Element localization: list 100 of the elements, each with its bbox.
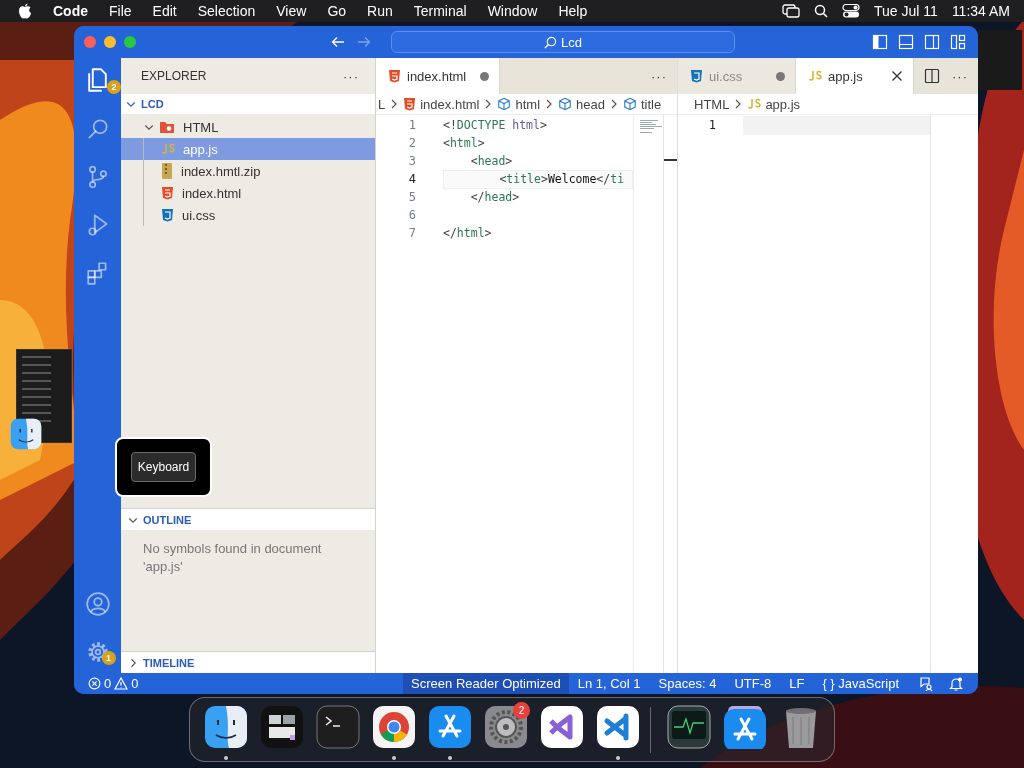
close-icon[interactable] bbox=[891, 70, 903, 82]
menu-item[interactable]: File bbox=[109, 3, 132, 19]
panel-title: EXPLORER bbox=[141, 69, 207, 83]
windows-icon[interactable] bbox=[782, 4, 801, 18]
apple-icon[interactable] bbox=[18, 3, 32, 19]
app-store-icon[interactable] bbox=[428, 705, 472, 749]
tree-item[interactable]: ui.css bbox=[121, 204, 375, 226]
status-item[interactable]: Ln 1, Col 1 bbox=[568, 673, 650, 694]
breadcrumb[interactable]: L bbox=[378, 96, 386, 112]
notification-badge: 1 bbox=[101, 651, 116, 665]
window-grid-icon[interactable] bbox=[260, 705, 304, 749]
primary-sidebar-icon[interactable] bbox=[872, 34, 888, 50]
browser-icon[interactable] bbox=[372, 705, 416, 749]
editor-tab[interactable]: index.html bbox=[376, 58, 500, 94]
cube-icon bbox=[558, 97, 573, 111]
line-number: 7 bbox=[407, 226, 416, 240]
status-item[interactable]: LF bbox=[780, 673, 814, 694]
notification-badge: 2 bbox=[107, 80, 121, 94]
code-line: <html> bbox=[443, 135, 485, 152]
archive-file-icon bbox=[161, 163, 173, 179]
menu-item[interactable]: Run bbox=[367, 3, 393, 19]
ribbon-icon[interactable] bbox=[540, 705, 584, 749]
terminal-icon[interactable] bbox=[316, 705, 360, 749]
code-line: <head> bbox=[469, 153, 513, 170]
js-file-icon bbox=[161, 143, 175, 155]
tree-item[interactable]: index.hmtl.zip bbox=[121, 160, 375, 182]
line-number: 1 bbox=[707, 118, 716, 132]
app-menu[interactable]: Code bbox=[53, 3, 88, 19]
section-header[interactable]: TIMELINE bbox=[121, 651, 375, 673]
breadcrumb[interactable]: head bbox=[558, 96, 605, 112]
line-number: 1 bbox=[407, 118, 416, 132]
line-number: 3 bbox=[407, 154, 416, 168]
cube-icon bbox=[622, 97, 637, 111]
gear-icon[interactable] bbox=[484, 705, 528, 749]
breadcrumb[interactable]: HTML bbox=[694, 96, 730, 112]
menu-item[interactable]: View bbox=[276, 3, 307, 19]
folded-ribbon-icon[interactable] bbox=[596, 705, 640, 749]
code-line: </html> bbox=[443, 225, 492, 242]
menu-item[interactable]: Terminal bbox=[413, 3, 467, 19]
files-icon[interactable] bbox=[88, 68, 107, 92]
css-file-icon bbox=[161, 208, 174, 222]
back-arrow-icon[interactable] bbox=[331, 35, 345, 49]
layout-icon[interactable] bbox=[950, 34, 966, 50]
breadcrumb[interactable]: index.html bbox=[403, 96, 480, 112]
command-center[interactable]: Lcd bbox=[391, 31, 735, 53]
pulse-monitor-icon[interactable] bbox=[667, 705, 711, 749]
error-icon bbox=[88, 677, 101, 690]
bell-icon[interactable] bbox=[948, 675, 964, 692]
stacked-apps-icon[interactable] bbox=[723, 705, 767, 749]
secondary-sidebar-icon[interactable] bbox=[924, 34, 940, 50]
panel-icon[interactable] bbox=[898, 34, 914, 50]
menu-item[interactable]: Edit bbox=[152, 3, 177, 19]
scroll-marker bbox=[664, 159, 677, 161]
cube-icon bbox=[497, 97, 512, 111]
line-number: 5 bbox=[407, 190, 416, 204]
more-button[interactable]: ··· bbox=[952, 68, 968, 84]
line-number: 2 bbox=[407, 136, 416, 150]
empty-message: No symbols found in document 'app.js' bbox=[143, 540, 323, 576]
minimize-button[interactable] bbox=[104, 36, 116, 48]
menu-item[interactable]: Selection bbox=[197, 3, 256, 19]
split-editor-icon[interactable] bbox=[924, 68, 940, 84]
breadcrumb[interactable]: app.js bbox=[747, 96, 801, 112]
code-line: </head> bbox=[469, 189, 520, 206]
code-line: <title>Welcome</ti bbox=[498, 171, 625, 188]
toggle-icon[interactable] bbox=[842, 4, 861, 18]
split-square-icon[interactable] bbox=[204, 705, 248, 749]
menu-bar-time[interactable]: 11:34 AM bbox=[951, 3, 1010, 19]
status-item[interactable]: Spaces: 4 bbox=[649, 673, 726, 694]
css-file-icon bbox=[690, 69, 703, 83]
warning-icon bbox=[114, 677, 129, 690]
account-icon[interactable] bbox=[84, 591, 111, 617]
js-file-icon bbox=[747, 98, 762, 110]
code-line: <!DOCTYPE html> bbox=[443, 117, 547, 134]
feedback-icon[interactable] bbox=[918, 675, 934, 692]
status-item[interactable]: Screen Reader Optimized bbox=[403, 673, 569, 694]
more-button[interactable]: ··· bbox=[343, 68, 359, 84]
search-icon bbox=[544, 35, 557, 49]
js-file-icon bbox=[808, 70, 822, 82]
menu-bar-date[interactable]: Tue Jul 11 bbox=[874, 3, 938, 19]
line-number: 4 bbox=[407, 172, 416, 186]
status-item[interactable]: { } JavaScript bbox=[813, 673, 908, 694]
breadcrumb[interactable]: html bbox=[497, 96, 541, 112]
section-header[interactable]: OUTLINE bbox=[121, 508, 375, 530]
menu-item[interactable]: Help bbox=[558, 3, 588, 19]
keyboard-button[interactable]: Keyboard bbox=[130, 452, 197, 482]
tree-item[interactable]: HTML bbox=[121, 116, 375, 138]
folder-icon bbox=[159, 120, 175, 134]
unsaved-dot[interactable] bbox=[776, 71, 785, 81]
status-item[interactable]: UTF-8 bbox=[725, 673, 781, 694]
tree-item[interactable]: index.html bbox=[121, 182, 375, 204]
unsaved-dot[interactable] bbox=[480, 71, 489, 81]
problems-indicator[interactable]: 0 0 bbox=[74, 676, 147, 691]
menu-item[interactable]: Go bbox=[327, 3, 347, 19]
menu-item[interactable]: Window bbox=[487, 3, 538, 19]
breadcrumb[interactable]: title bbox=[622, 96, 662, 112]
more-button[interactable]: ··· bbox=[651, 68, 667, 84]
editor-tab[interactable]: app.js bbox=[796, 58, 914, 94]
folder-header[interactable]: LCD bbox=[121, 94, 375, 114]
line-number: 6 bbox=[407, 208, 416, 222]
search-icon[interactable] bbox=[814, 4, 829, 18]
